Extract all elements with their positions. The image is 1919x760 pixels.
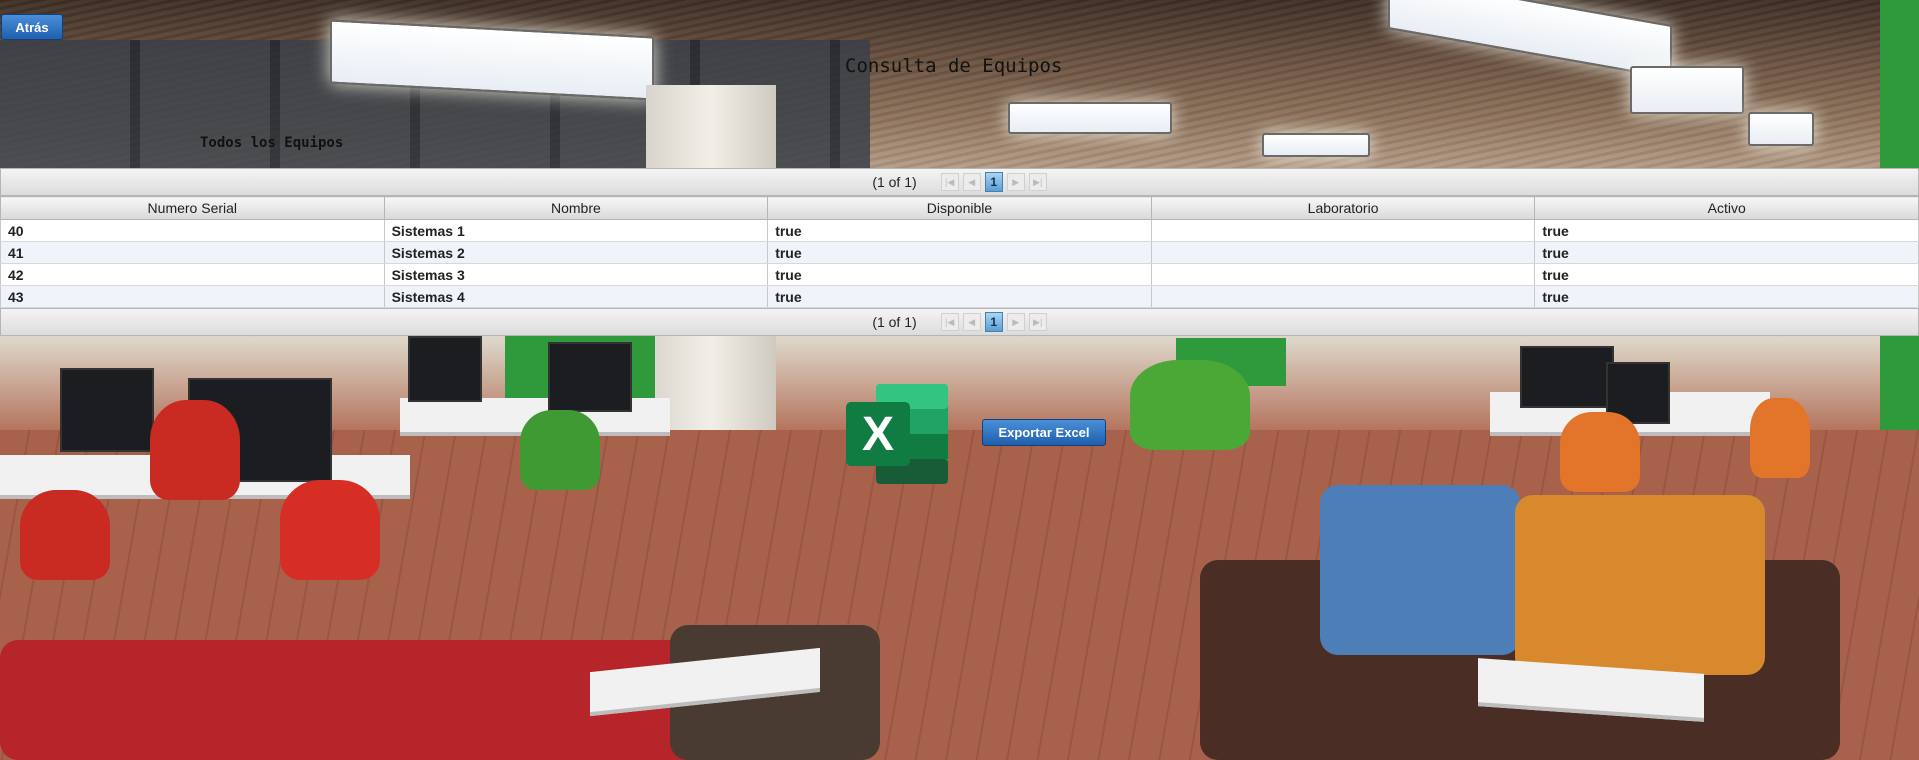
first-page-icon[interactable]: |◀ [940,313,959,331]
prev-page-icon[interactable]: ◀ [962,313,981,331]
last-page-icon[interactable]: ▶| [1028,313,1047,331]
equipment-table: (1 of 1) |◀ ◀ 1 ▶ ▶| Numero Serial Nombr… [0,168,1919,336]
svg-text:X: X [862,408,894,461]
cell-lab [1150,285,1536,308]
cell-serial: 42 [0,263,385,286]
column-header-available[interactable]: Disponible [767,196,1152,220]
cell-lab [1150,219,1536,242]
column-header-name[interactable]: Nombre [383,196,769,220]
column-header-lab[interactable]: Laboratorio [1150,196,1536,220]
paginator-bottom: (1 of 1) |◀ ◀ 1 ▶ ▶| [0,308,1919,336]
cell-active: true [1534,263,1919,286]
first-page-icon[interactable]: |◀ [940,173,959,191]
cell-available: true [767,285,1152,308]
paginator-report: (1 of 1) [872,174,917,190]
table-header-row: Numero Serial Nombre Disponible Laborato… [0,196,1919,220]
column-header-active[interactable]: Activo [1534,196,1919,220]
export-excel-button[interactable]: Exportar Excel [982,419,1106,446]
cell-name: Sistemas 1 [383,219,769,242]
page-number[interactable]: 1 [984,172,1003,192]
paginator-top: (1 of 1) |◀ ◀ 1 ▶ ▶| [0,168,1919,196]
page-number[interactable]: 1 [984,312,1003,332]
cell-serial: 43 [0,285,385,308]
column-header-serial[interactable]: Numero Serial [0,196,385,220]
cell-lab [1150,241,1536,264]
table-caption: Todos los Equipos [200,135,344,151]
cell-active: true [1534,241,1919,264]
cell-serial: 40 [0,219,385,242]
background-photo [0,0,1919,760]
cell-available: true [767,241,1152,264]
cell-name: Sistemas 2 [383,241,769,264]
last-page-icon[interactable]: ▶| [1028,173,1047,191]
next-page-icon[interactable]: ▶ [1006,313,1025,331]
cell-name: Sistemas 3 [383,263,769,286]
cell-active: true [1534,285,1919,308]
cell-available: true [767,263,1152,286]
equipment-grid: Numero Serial Nombre Disponible Laborato… [0,196,1919,308]
cell-name: Sistemas 4 [383,285,769,308]
paginator-report: (1 of 1) [872,314,917,330]
next-page-icon[interactable]: ▶ [1006,173,1025,191]
back-button[interactable]: Atrás [1,14,63,40]
cell-lab [1150,263,1536,286]
cell-available: true [767,219,1152,242]
table-row[interactable]: 42 Sistemas 3 true true [0,263,1919,286]
page-title: Consulta de Equipos [845,55,1063,77]
table-row[interactable]: 43 Sistemas 4 true true [0,285,1919,308]
table-row[interactable]: 40 Sistemas 1 true true [0,219,1919,242]
cell-serial: 41 [0,241,385,264]
prev-page-icon[interactable]: ◀ [962,173,981,191]
table-row[interactable]: 41 Sistemas 2 true true [0,241,1919,264]
excel-icon[interactable]: X [846,384,948,484]
cell-active: true [1534,219,1919,242]
